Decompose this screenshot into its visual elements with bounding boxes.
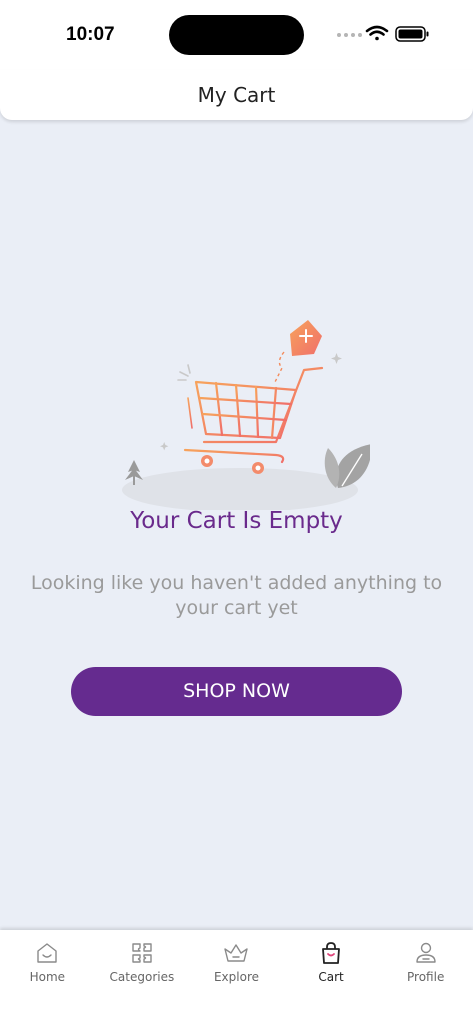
- tab-cart[interactable]: Cart: [284, 930, 379, 992]
- page-title: My Cart: [197, 83, 276, 107]
- shopping-bag-icon: [322, 942, 340, 964]
- wifi-icon: [365, 25, 389, 41]
- crown-icon: [224, 944, 249, 962]
- profile-icon: [415, 942, 436, 963]
- tab-label: Cart: [318, 970, 344, 984]
- bottom-tab-bar: Home Categories Explore Cart Profile: [0, 930, 473, 992]
- tab-categories[interactable]: Categories: [95, 930, 190, 992]
- status-bar: 10:07: [0, 0, 473, 70]
- empty-cart-illustration: [122, 320, 370, 510]
- empty-cart-message: Looking like you haven't added anything …: [30, 572, 443, 619]
- tab-home[interactable]: Home: [0, 930, 95, 992]
- tab-label: Explore: [213, 970, 259, 984]
- categories-icon: [132, 943, 152, 963]
- ground-shadow: [122, 468, 358, 510]
- price-tag-icon: [273, 320, 322, 385]
- shopping-cart-icon: [183, 366, 324, 464]
- plant-right-icon: [324, 444, 370, 488]
- tab-label: Home: [29, 970, 66, 984]
- battery-icon: [395, 26, 429, 42]
- motion-lines: [177, 364, 191, 381]
- empty-cart-title: Your Cart Is Empty: [130, 508, 343, 534]
- dynamic-island: [169, 15, 304, 55]
- status-icons: [337, 25, 429, 42]
- shop-now-button[interactable]: SHOP NOW: [71, 667, 402, 716]
- tab-explore[interactable]: Explore: [189, 930, 284, 992]
- tab-label: Profile: [407, 970, 445, 984]
- home-indicator-area: [0, 992, 473, 1024]
- header-bar: My Cart: [0, 70, 473, 120]
- tab-profile[interactable]: Profile: [378, 930, 473, 992]
- home-icon: [37, 943, 57, 963]
- status-time: 10:07: [66, 24, 115, 45]
- tab-label: Categories: [109, 970, 175, 984]
- signal-icon: [337, 33, 362, 37]
